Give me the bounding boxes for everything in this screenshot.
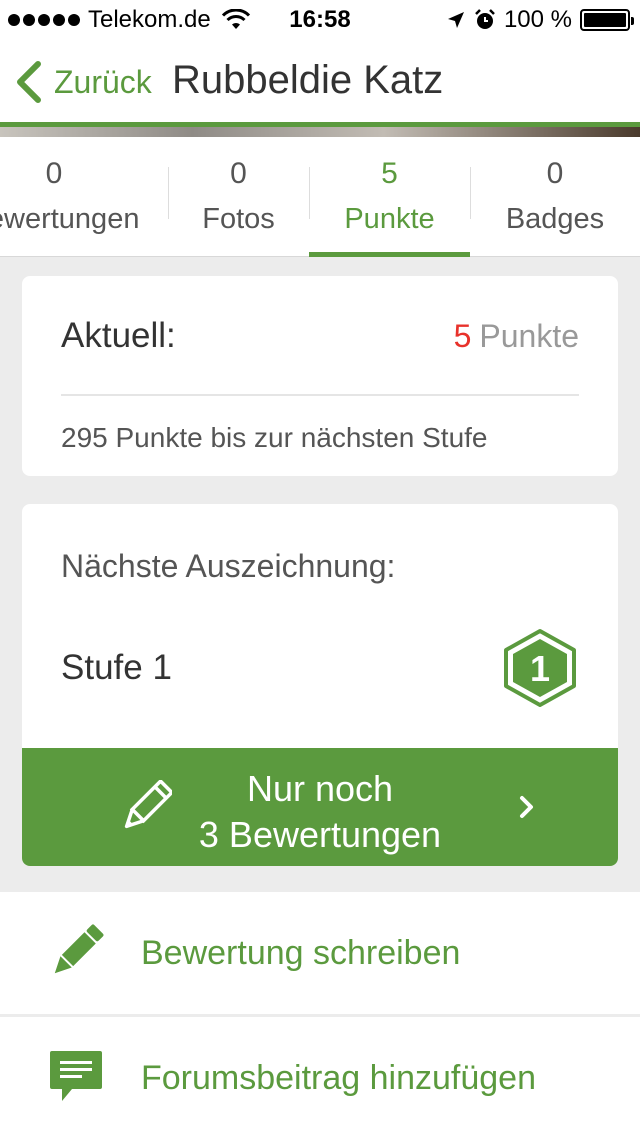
- location-arrow-icon: [447, 12, 464, 28]
- tab-label: Badges: [505, 203, 605, 235]
- tab-count: 0: [230, 157, 247, 190]
- tab-count: 5: [381, 157, 398, 190]
- chevron-right-icon: [520, 796, 533, 818]
- current-points-card: Aktuell: 5 Punkte 295 Punkte bis zur näch…: [22, 276, 618, 476]
- next-award-label: Nächste Auszeichnung:: [61, 548, 396, 584]
- tab-label: Fotos: [202, 203, 275, 235]
- tab-punkte[interactable]: 5 Punkte: [309, 137, 470, 257]
- comment-icon: [50, 1051, 102, 1101]
- battery-percent: 100 %: [503, 6, 572, 33]
- divider: [61, 394, 579, 396]
- back-label: Zurück: [54, 63, 152, 100]
- back-button[interactable]: Zurück: [14, 60, 152, 104]
- battery-icon: [580, 9, 634, 31]
- current-points: 5 Punkte: [454, 318, 579, 355]
- nav-bar: Zurück Rubbeldie Katz: [0, 40, 640, 122]
- active-tab-indicator: [309, 252, 470, 257]
- write-reviews-cta-button[interactable]: Nur noch 3 Bewertungen: [22, 748, 618, 866]
- tab-count: 0: [546, 157, 564, 190]
- header-image-strip: [0, 122, 640, 137]
- tab-label: Punkte: [344, 203, 435, 235]
- progress-text: 295 Punkte bis zur nächsten Stufe: [61, 422, 488, 453]
- cta-line-2: 3 Bewertungen: [198, 814, 442, 855]
- status-right: 100 %: [446, 6, 634, 34]
- tab-fotos[interactable]: 0 Fotos: [168, 137, 309, 257]
- tab-bewertungen[interactable]: 0 Bewertungen: [0, 137, 168, 257]
- page-title: Rubbeldie Katz: [172, 58, 444, 102]
- alarm-icon: [475, 9, 495, 29]
- status-bar: Telekom.de 16:58 100 %: [0, 0, 640, 40]
- chevron-left-icon: [17, 61, 41, 103]
- cta-text: Nur noch 3 Bewertungen: [152, 766, 488, 858]
- level-badge-icon: 1: [504, 629, 576, 707]
- pencil-icon: [54, 924, 104, 974]
- cta-line-1: Nur noch: [246, 768, 394, 809]
- tab-label: Bewertungen: [0, 203, 140, 235]
- points-unit: Punkte: [479, 318, 579, 354]
- next-award-card: Nächste Auszeichnung: Stufe 1 1 Nur noch…: [22, 504, 618, 866]
- write-review-action[interactable]: Bewertung schreiben: [0, 892, 640, 1014]
- action-label: Forumsbeitrag hinzufügen: [141, 1059, 537, 1097]
- tab-count: 0: [45, 157, 63, 190]
- tab-badges[interactable]: 0 Badges: [470, 137, 640, 257]
- action-list: Bewertung schreiben Forumsbeitrag hinzuf…: [0, 892, 640, 1136]
- badge-number: 1: [530, 648, 550, 689]
- current-label: Aktuell:: [61, 316, 176, 355]
- profile-tabs: 0 Bewertungen 0 Fotos 5 Punkte 0 Badges: [0, 137, 640, 257]
- action-label: Bewertung schreiben: [141, 934, 461, 972]
- add-forum-post-action[interactable]: Forumsbeitrag hinzufügen: [0, 1014, 640, 1136]
- level-name: Stufe 1: [61, 648, 172, 687]
- points-value: 5: [453, 318, 472, 354]
